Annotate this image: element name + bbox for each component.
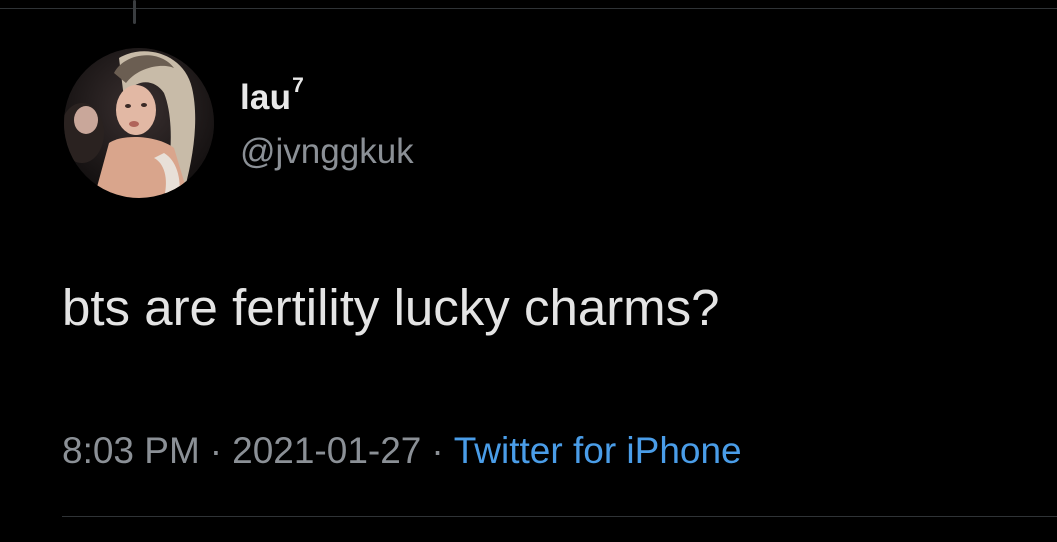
tweet-source-link[interactable]: Twitter for iPhone bbox=[454, 430, 742, 471]
avatar-photo-icon bbox=[64, 48, 214, 198]
thread-connector-line bbox=[133, 0, 136, 24]
meta-separator: · bbox=[431, 430, 444, 471]
display-name-superscript: 7 bbox=[292, 74, 305, 98]
top-divider bbox=[0, 8, 1057, 9]
author-handle[interactable]: @jvnggkuk bbox=[240, 132, 414, 172]
meta-separator: · bbox=[209, 430, 223, 471]
tweet-date[interactable]: 2021-01-27 bbox=[232, 430, 421, 471]
bottom-divider bbox=[62, 516, 1057, 517]
tweet-time[interactable]: 8:03 PM bbox=[62, 430, 200, 471]
tweet-text: bts are fertility lucky charms? bbox=[62, 279, 720, 336]
author-display-name[interactable]: lau7 bbox=[240, 74, 304, 118]
author-avatar[interactable] bbox=[64, 48, 214, 198]
display-name-text: lau bbox=[240, 78, 292, 117]
tweet-metadata: 8:03 PM · 2021-01-27 · Twitter for iPhone bbox=[62, 430, 742, 472]
